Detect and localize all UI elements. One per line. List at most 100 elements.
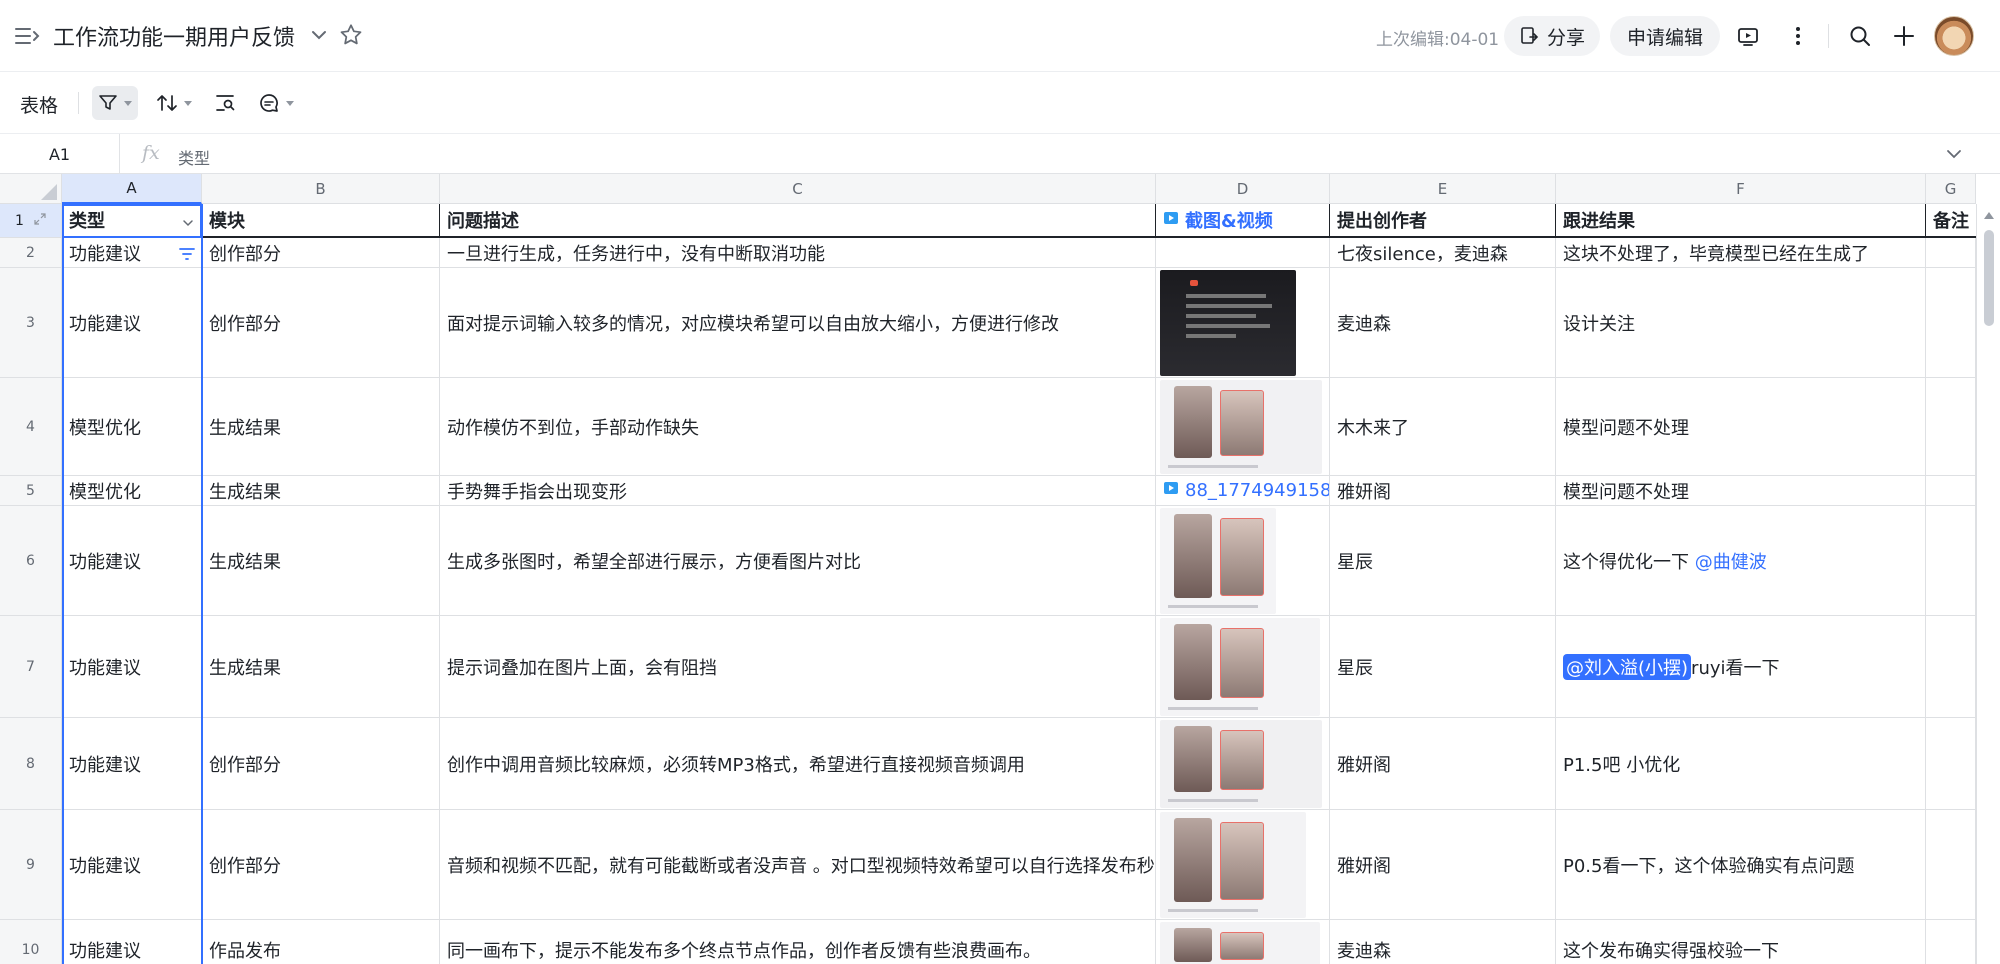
find-button[interactable]	[208, 86, 242, 120]
screenshot-thumbnail[interactable]	[1160, 508, 1276, 614]
cell-result[interactable]: 模型问题不处理	[1556, 378, 1926, 476]
formula-input[interactable]: 类型	[178, 145, 210, 169]
column-header-g[interactable]: G	[1926, 174, 1976, 204]
cell-description[interactable]: 一旦进行生成，任务进行中，没有中断取消功能	[440, 238, 1156, 268]
column-header-d[interactable]: D	[1156, 174, 1330, 204]
cell-creator[interactable]: 七夜silence，麦迪森	[1330, 238, 1556, 268]
cell-description[interactable]: 生成多张图时，希望全部进行展示，方便看图片对比	[440, 506, 1156, 616]
cell-media[interactable]	[1156, 238, 1330, 268]
cell-creator[interactable]: 雅妍阁	[1330, 476, 1556, 506]
row-header-10[interactable]: 10	[0, 920, 62, 964]
cell-description[interactable]: 动作模仿不到位，手部动作缺失	[440, 378, 1156, 476]
cell-result[interactable]: 这个得优化一下 @曲健波	[1556, 506, 1926, 616]
cell-result[interactable]: P1.5吧 小优化	[1556, 718, 1926, 810]
column-header-b[interactable]: B	[202, 174, 440, 204]
cell-module[interactable]: 创作部分	[202, 718, 440, 810]
row-header-8[interactable]: 8	[0, 718, 62, 810]
header-cell-description[interactable]: 问题描述	[440, 204, 1156, 238]
cell-creator[interactable]: 星辰	[1330, 506, 1556, 616]
cell-type[interactable]: 模型优化	[62, 378, 202, 476]
cell-module[interactable]: 生成结果	[202, 616, 440, 718]
cell-creator[interactable]: 麦迪森	[1330, 268, 1556, 378]
select-all-corner[interactable]	[0, 174, 62, 204]
filter-active-icon[interactable]	[179, 245, 195, 266]
presentation-icon[interactable]	[1734, 22, 1762, 50]
cell-creator[interactable]: 雅妍阁	[1330, 810, 1556, 920]
cell-note[interactable]	[1926, 378, 1976, 476]
cell-note[interactable]	[1926, 616, 1976, 718]
row-header-2[interactable]: 2	[0, 238, 62, 268]
filter-button[interactable]	[92, 86, 138, 120]
column-header-a[interactable]: A	[62, 174, 202, 204]
row-header-1[interactable]: 1	[0, 204, 62, 238]
header-cell-result[interactable]: 跟进结果	[1556, 204, 1926, 238]
cell-creator[interactable]: 雅妍阁	[1330, 718, 1556, 810]
cell-note[interactable]	[1926, 238, 1976, 268]
cell-type[interactable]: 功能建议	[62, 810, 202, 920]
screenshot-thumbnail[interactable]	[1160, 922, 1320, 964]
star-icon[interactable]	[338, 22, 364, 48]
video-file-link[interactable]: 截图&视频	[1185, 207, 1273, 233]
cell-type[interactable]: 功能建议	[62, 506, 202, 616]
cell-creator[interactable]: 麦迪森	[1330, 920, 1556, 964]
cell-creator[interactable]: 星辰	[1330, 616, 1556, 718]
row-header-3[interactable]: 3	[0, 268, 62, 378]
plus-icon[interactable]	[1890, 22, 1918, 50]
sort-button[interactable]	[150, 86, 198, 120]
column-header-c[interactable]: C	[440, 174, 1156, 204]
cell-module[interactable]: 生成结果	[202, 476, 440, 506]
cell-description[interactable]: 手势舞手指会出现变形	[440, 476, 1156, 506]
cell-result[interactable]: 这个发布确实得强校验一下	[1556, 920, 1926, 964]
scrollbar-thumb[interactable]	[1984, 230, 1994, 326]
screenshot-thumbnail[interactable]	[1160, 812, 1306, 918]
cell-description[interactable]: 创作中调用音频比较麻烦，必须转MP3格式，希望进行直接视频音频调用	[440, 718, 1156, 810]
cell-type[interactable]: 功能建议	[62, 238, 202, 268]
cell-description[interactable]: 同一画布下，提示不能发布多个终点节点作品，创作者反馈有些浪费画布。	[440, 920, 1156, 964]
cell-note[interactable]	[1926, 506, 1976, 616]
cell-module[interactable]: 创作部分	[202, 238, 440, 268]
expand-menu-icon[interactable]	[14, 24, 42, 48]
header-cell-note[interactable]: 备注	[1926, 204, 1976, 238]
request-edit-button[interactable]: 申请编辑	[1610, 16, 1720, 56]
cell-note[interactable]	[1926, 810, 1976, 920]
cell-module[interactable]: 生成结果	[202, 378, 440, 476]
header-cell-media[interactable]: 截图&视频	[1156, 204, 1330, 238]
cell-description[interactable]: 提示词叠加在图片上面，会有阻挡	[440, 616, 1156, 718]
search-icon[interactable]	[1846, 22, 1874, 50]
column-header-f[interactable]: F	[1556, 174, 1926, 204]
cell-type[interactable]: 功能建议	[62, 920, 202, 964]
share-button[interactable]: 分享	[1504, 16, 1600, 56]
doc-title[interactable]: 工作流功能一期用户反馈	[53, 20, 295, 52]
cell-module[interactable]: 作品发布	[202, 920, 440, 964]
header-cell-type[interactable]: 类型	[62, 204, 202, 238]
row-header-6[interactable]: 6	[0, 506, 62, 616]
column-header-e[interactable]: E	[1330, 174, 1556, 204]
screenshot-thumbnail[interactable]	[1160, 270, 1296, 376]
row-header-4[interactable]: 4	[0, 378, 62, 476]
row-header-7[interactable]: 7	[0, 616, 62, 718]
cell-module[interactable]: 创作部分	[202, 810, 440, 920]
screenshot-thumbnail[interactable]	[1160, 618, 1320, 716]
header-cell-module[interactable]: 模块	[202, 204, 440, 238]
row-header-9[interactable]: 9	[0, 810, 62, 920]
scroll-up-icon[interactable]	[1984, 212, 1994, 219]
cell-type[interactable]: 功能建议	[62, 718, 202, 810]
cell-result[interactable]: P0.5看一下，这个体验确实有点问题	[1556, 810, 1926, 920]
chevron-down-icon[interactable]	[308, 24, 330, 46]
cell-result[interactable]: 这块不处理了，毕竟模型已经在生成了	[1556, 238, 1926, 268]
video-file-link[interactable]: 88_1774949158.m	[1185, 480, 1329, 501]
cell-module[interactable]: 创作部分	[202, 268, 440, 378]
expand-row-icon[interactable]	[34, 212, 46, 229]
view-label[interactable]: 表格	[20, 91, 58, 118]
cell-type[interactable]: 功能建议	[62, 268, 202, 378]
cell-description[interactable]: 音频和视频不匹配，就有可能截断或者没声音 。对口型视频特效希望可以自行选择发布秒…	[440, 810, 1156, 920]
cell-type[interactable]: 功能建议	[62, 616, 202, 718]
cell-description[interactable]: 面对提示词输入较多的情况，对应模块希望可以自由放大缩小，方便进行修改	[440, 268, 1156, 378]
cell-note[interactable]	[1926, 718, 1976, 810]
cell-note[interactable]	[1926, 476, 1976, 506]
cell-note[interactable]	[1926, 920, 1976, 964]
vertical-scrollbar[interactable]	[1976, 204, 2000, 964]
mention-chip[interactable]: @刘入溢(小摆)	[1563, 653, 1692, 680]
screenshot-thumbnail[interactable]	[1160, 720, 1322, 808]
cell-result[interactable]: 模型问题不处理	[1556, 476, 1926, 506]
